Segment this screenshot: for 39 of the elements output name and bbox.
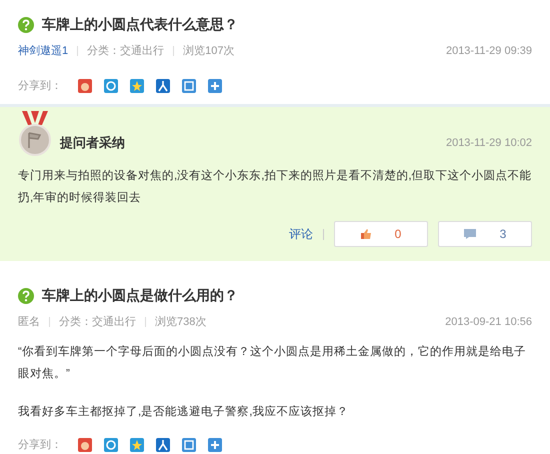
reply-button[interactable]: 3 (438, 221, 532, 247)
share-icon[interactable] (78, 438, 92, 452)
category-label: 分类：交通出行 (59, 314, 136, 330)
question-title[interactable]: 车牌上的小圆点是做什么用的？ (42, 285, 238, 306)
category-label: 分类：交通出行 (87, 44, 164, 59)
author-name: 匿名 (18, 315, 40, 330)
question-title[interactable]: 车牌上的小圆点代表什么意思？ (42, 14, 238, 35)
like-count: 0 (394, 226, 402, 243)
share-icon[interactable] (156, 438, 170, 452)
question-text: 我看好多车主都抠掉了,是否能逃避电子警察,我应不应该抠掉？ (18, 404, 350, 420)
thumbs-up-icon (360, 229, 371, 239)
view-count: 浏览107次 (183, 44, 234, 59)
share-icon[interactable] (156, 78, 170, 93)
share-icon[interactable] (182, 438, 196, 452)
share-icon[interactable] (104, 78, 118, 93)
share-icon[interactable] (208, 78, 222, 93)
share-icon[interactable] (130, 438, 144, 452)
comment-icon (464, 229, 476, 239)
question-icon (18, 16, 34, 32)
answer-text: 专门用来与拍照的设备对焦的,没有这个小东东,拍下来的照片是看不清楚的,但取下这个小圆点不能扔,年审的时候得装回去 (18, 168, 532, 206)
share-label: 分享到： (18, 78, 62, 94)
share-icon[interactable] (208, 438, 222, 452)
comment-link[interactable]: 评论 (289, 225, 313, 243)
post-time: 2013-11-29 09:39 (446, 44, 532, 59)
view-count: 浏览738次 (155, 314, 206, 330)
share-label: 分享到： (18, 438, 62, 452)
question-text: “你看到车牌第一个字母后面的小圆点没有？这个小圆点是用稀土金属做的，它的作用就是给电子眼对焦。” (18, 344, 527, 382)
answer-time: 2013-11-29 10:02 (446, 136, 532, 151)
adopted-label: 提问者采纳 (60, 134, 125, 152)
share-icon[interactable] (182, 78, 196, 93)
share-icon[interactable] (130, 78, 144, 93)
medal-icon (18, 111, 52, 157)
share-icon[interactable] (104, 438, 118, 452)
author-name[interactable]: 神剑遨遥1 (18, 43, 68, 60)
post-time: 2013-09-21 10:56 (445, 315, 532, 330)
reply-count: 3 (500, 226, 506, 243)
like-button[interactable]: 0 (334, 221, 428, 247)
share-icon[interactable] (78, 78, 92, 93)
question-icon (18, 288, 34, 304)
